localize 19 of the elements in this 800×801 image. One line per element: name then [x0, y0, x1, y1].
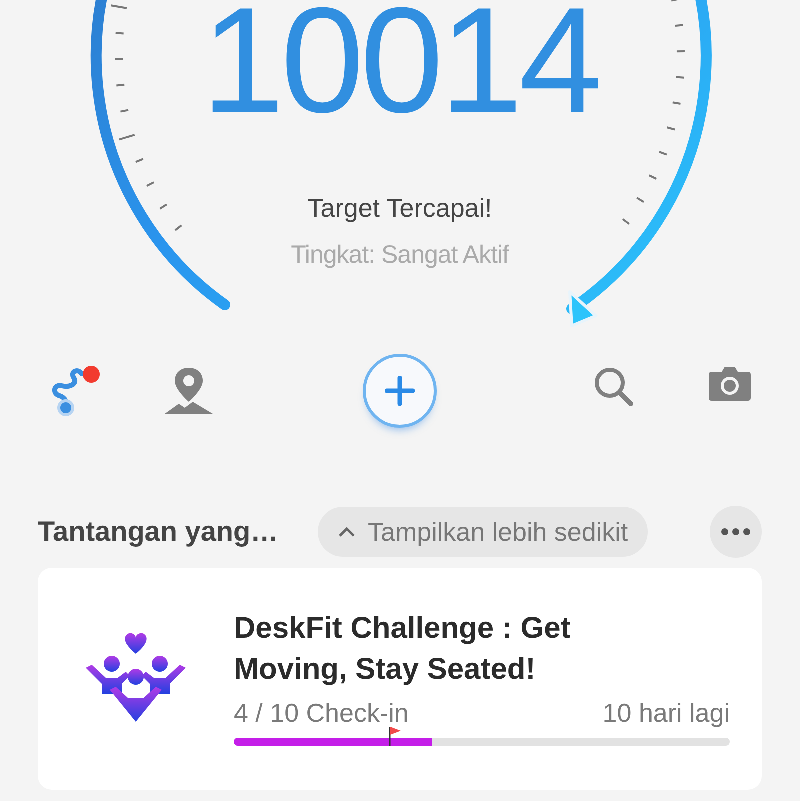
more-icon: [721, 528, 751, 536]
challenge-title: DeskFit Challenge : Get Moving, Stay Seated!: [234, 611, 572, 688]
add-button[interactable]: [363, 354, 437, 428]
flag-icon: [388, 726, 402, 746]
map-pin-icon[interactable]: [163, 366, 215, 416]
chevron-up-icon: [338, 526, 356, 538]
plus-icon: [385, 376, 415, 406]
challenge-card[interactable]: DeskFit Challenge : Get Moving, Stay Seated! 4 / 10 Check-in 10 hari lagi: [38, 568, 762, 790]
activity-level-text: Tingkat: Sangat Aktif: [291, 240, 509, 271]
status-text: Target Tercapai!: [308, 192, 492, 224]
more-button[interactable]: [710, 506, 762, 558]
camera-icon[interactable]: [708, 366, 752, 402]
search-icon[interactable]: [593, 366, 635, 408]
days-remaining: 10 hari lagi: [602, 698, 730, 728]
check-in-count: 4 / 10 Check-in: [234, 698, 409, 728]
step-count: 10014: [201, 0, 599, 120]
team-heart-icon: [86, 632, 186, 724]
section-title: Tantangan yang…: [38, 515, 280, 549]
show-less-button[interactable]: Tampilkan lebih sedikit: [318, 507, 648, 557]
